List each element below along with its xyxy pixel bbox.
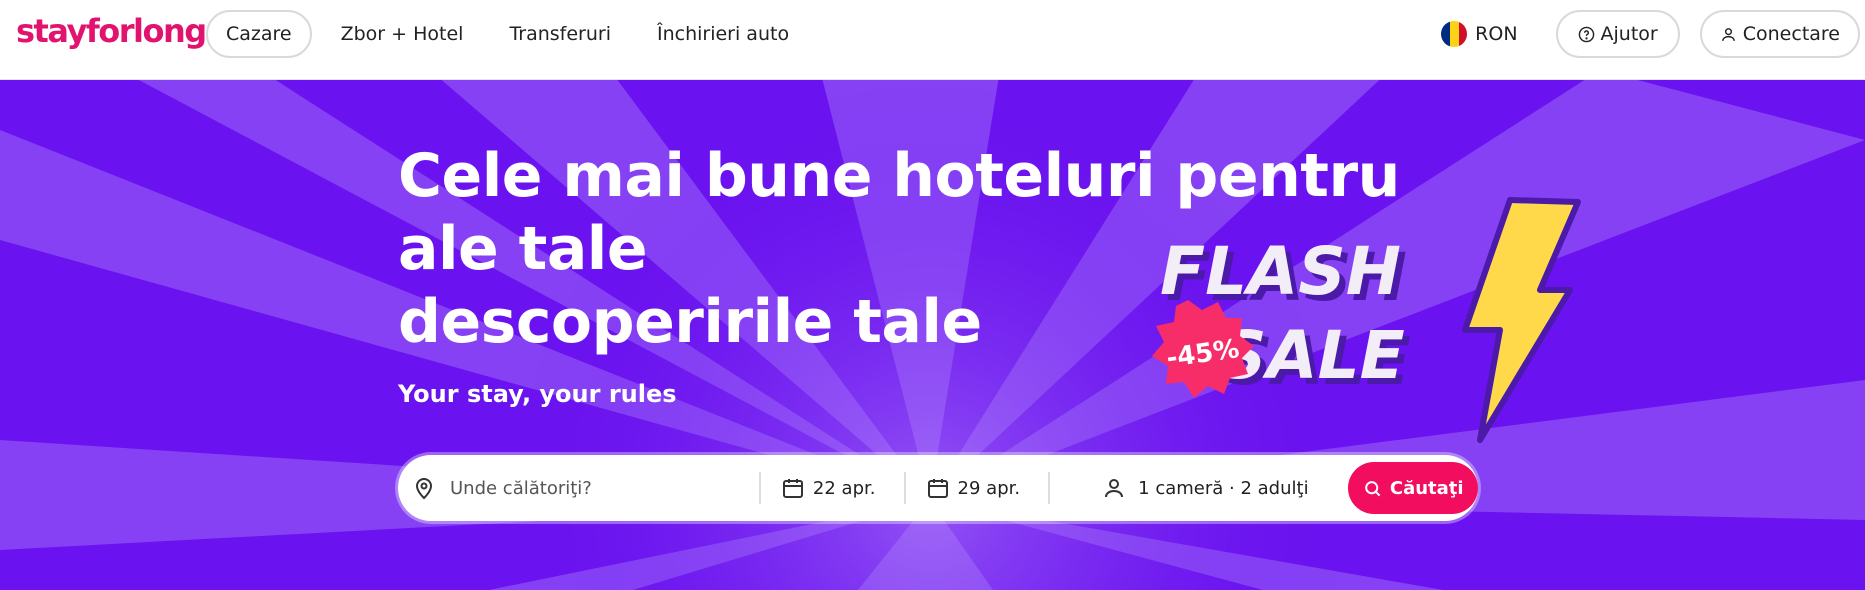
login-button[interactable]: Conectare [1699,10,1860,58]
flash-sale-promo: FLASH FLASH SALE SALE -45% [1152,197,1581,443]
flash-text: FLASH [1160,233,1401,310]
logo[interactable]: stayforlong [16,12,207,50]
hero-subtitle: Your stay, your rules [398,380,677,408]
guests-field[interactable]: 1 cameră · 2 adulţi [1050,455,1346,521]
nav-item-inchirieri-auto[interactable]: Închirieri auto [634,10,812,58]
hero-banner: Cele mai bune hoteluri pentru ale tale d… [0,80,1865,590]
destination-field[interactable]: Unde călătoriţi? [398,455,759,521]
calendar-icon [782,479,803,498]
calendar-icon [927,479,948,498]
main-nav: Cazare Zbor + Hotel Transferuri Închirie… [206,10,812,58]
header-controls: RON Ajutor Conectare [1441,10,1865,58]
search-button-label: Căutaţi [1389,477,1464,499]
nav-item-zbor-hotel[interactable]: Zbor + Hotel [318,10,487,58]
search-bar: Unde călătoriţi? 22 apr. 29 apr. 1 camer… [398,455,1479,521]
checkin-date-field[interactable]: 22 apr. [761,455,904,521]
currency-label: RON [1475,23,1518,45]
login-label: Conectare [1742,23,1840,45]
lightning-bolt-icon [1462,197,1581,443]
checkout-date-field[interactable]: 29 apr. [906,455,1049,521]
currency-selector[interactable]: RON [1441,21,1518,47]
help-button[interactable]: Ajutor [1555,10,1680,58]
destination-placeholder: Unde călătoriţi? [450,477,592,499]
map-pin-icon [415,478,433,500]
checkout-date: 29 apr. [957,477,1021,499]
romania-flag-icon [1441,21,1468,47]
checkin-date: 22 apr. [812,477,876,499]
person-icon [1105,479,1124,498]
nav-item-cazare[interactable]: Cazare [206,10,312,58]
search-icon [1365,480,1381,496]
guests-summary: 1 cameră · 2 adulţi [1138,477,1309,499]
search-button[interactable]: Căutaţi [1348,462,1479,514]
help-label: Ajutor [1600,23,1658,45]
top-header: stayforlong Cazare Zbor + Hotel Transfer… [0,0,1865,80]
nav-item-transferuri[interactable]: Transferuri [486,10,634,58]
sale-text: SALE [1219,317,1405,394]
user-icon [1721,27,1735,41]
help-circle-icon [1578,26,1594,42]
